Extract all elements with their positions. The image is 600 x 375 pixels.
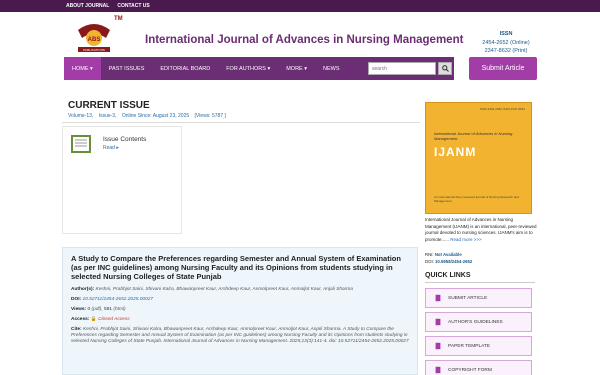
about-journal-link[interactable]: ABOUT JOURNAL	[66, 3, 109, 9]
cover-title: International Journal of Advances in Nur…	[434, 131, 513, 141]
article-authors-row: Author(s): Keshni, Prabhjot Saini, Shiva…	[71, 287, 409, 293]
views-html-unit: (html)	[113, 307, 126, 312]
journal-doi-value: 10.5958/2454-2652	[435, 259, 473, 264]
quick-link-submit-article[interactable]: SUBMIT ARTICLE	[425, 288, 532, 308]
cover-abbr: IJANM	[434, 145, 477, 159]
article-views-row: Views: 0 (pdf), 581 (html)	[71, 307, 409, 313]
quick-link-label: SUBMIT ARTICLE	[448, 295, 488, 301]
access-label: Access:	[71, 317, 90, 322]
issn-label: ISSN	[499, 31, 513, 37]
quick-link-label: PAPER TEMPLATE	[448, 343, 491, 349]
journal-cover-image[interactable]: ISSN 2454-2652 ISSN 2347-8632 Internatio…	[425, 102, 532, 214]
issue-contents-title: Issue Contents	[103, 136, 147, 143]
issue-volume: Volume-13,	[68, 113, 94, 119]
rni-label: RNI:	[425, 252, 434, 257]
journal-description: International Journal of Advances in Nur…	[425, 217, 537, 243]
views-html: 581	[104, 307, 113, 312]
issue-contents-card[interactable]: Issue Contents Read ▸	[62, 126, 182, 234]
quick-link-label: COPYRIGHT FORM	[448, 367, 492, 373]
submit-article-button[interactable]: Submit Article	[469, 57, 537, 80]
nav-home[interactable]: HOME ▾	[64, 57, 101, 80]
article-doi-link[interactable]: 10.52711/2454-2652.2025.00027	[82, 297, 153, 302]
views-label: Views:	[71, 307, 87, 312]
search-button[interactable]	[438, 62, 452, 75]
article-authors: Keshni, Prabhjot Saini, Shivani Kalra, B…	[95, 287, 353, 292]
current-issue-section: CURRENT ISSUE Volume-13, Issue-3, Online…	[62, 100, 420, 234]
article-title[interactable]: A Study to Compare the Preferences regar…	[71, 254, 401, 281]
journal-doi-label: DOI:	[425, 259, 434, 264]
article-access-row: Access: 🔒 Closed Access	[71, 317, 409, 323]
issue-contents-read-link[interactable]: Read ▸	[103, 145, 119, 151]
quick-links-title: QUICK LINKS	[425, 272, 471, 279]
quick-links-divider	[425, 282, 535, 283]
doi-label: DOI:	[71, 297, 82, 302]
cover-footer: An international Peer-reviewed journal o…	[434, 195, 519, 203]
document-icon	[435, 342, 441, 350]
authors-label: Author(s):	[71, 287, 95, 292]
site-header: ABS PUBLICATIONS TM International Journa…	[0, 12, 600, 57]
rni-value: Not Available	[434, 252, 462, 257]
divider	[62, 122, 420, 123]
document-icon	[435, 294, 441, 302]
nav-for-authors[interactable]: FOR AUTHORS ▾	[218, 57, 278, 80]
views-pdf-unit: (pdf),	[91, 307, 103, 312]
open-book-icon	[71, 135, 91, 153]
issue-number: Issue-3,	[98, 113, 117, 119]
read-more-link[interactable]: Read more >>>	[450, 237, 481, 242]
issue-views: [Views: 5787 ]	[194, 113, 226, 119]
search-input[interactable]	[368, 62, 436, 75]
article-citation: Keshni, Prabhjot Saini, Shivani Kalra, B…	[71, 327, 409, 344]
svg-text:ABS: ABS	[88, 37, 101, 43]
issn-block: ISSN 2454-2652 (Online) 2347-8632 (Print…	[470, 30, 542, 56]
views-pdf: 0	[87, 307, 91, 312]
article-card: A Study to Compare the Preferences regar…	[62, 247, 418, 375]
document-icon	[435, 318, 441, 326]
trademark: TM	[114, 16, 123, 22]
abs-publications-logo[interactable]: ABS PUBLICATIONS	[74, 16, 114, 56]
issn-print: 2347-8632 (Print)	[484, 48, 528, 54]
site-title[interactable]: International Journal of Advances in Nur…	[145, 34, 463, 46]
nav-news[interactable]: NEWS	[315, 57, 348, 80]
search-icon	[441, 65, 449, 72]
current-issue-heading: CURRENT ISSUE	[68, 100, 150, 111]
nav-past-issues[interactable]: PAST ISSUES	[101, 57, 153, 80]
quick-link-label: AUTHOR'S GUIDELINES	[448, 319, 503, 325]
issn-online: 2454-2652 (Online)	[482, 39, 530, 46]
access-status: Closed Access	[98, 317, 130, 322]
top-bar: ABOUT JOURNAL CONTACT US	[0, 0, 600, 12]
article-cite-row: Cite: Keshni, Prabhjot Saini, Shivani Ka…	[71, 327, 409, 345]
cite-label: Cite:	[71, 327, 82, 332]
nav-editorial-board[interactable]: EDITORIAL BOARD	[152, 57, 218, 80]
online-since: Online Since: August 23, 2025	[121, 113, 190, 119]
quick-link-copyright-form[interactable]: COPYRIGHT FORM	[425, 360, 532, 375]
article-doi-row: DOI: 10.52711/2454-2652.2025.00027	[71, 297, 409, 303]
cover-issn: ISSN 2454-2652 ISSN 2347-8632	[479, 107, 525, 111]
rni-doi-block: RNI: Not Available DOI: 10.5958/2454-265…	[425, 251, 472, 265]
document-icon	[435, 366, 441, 374]
contact-us-link[interactable]: CONTACT US	[117, 3, 149, 9]
lock-icon: 🔒	[90, 317, 97, 322]
nav-more[interactable]: MORE ▾	[278, 57, 315, 80]
quick-link-paper-template[interactable]: PAPER TEMPLATE	[425, 336, 532, 356]
svg-text:PUBLICATIONS: PUBLICATIONS	[83, 48, 105, 52]
quick-link-authors-guidelines[interactable]: AUTHOR'S GUIDELINES	[425, 312, 532, 332]
issue-meta: Volume-13, Issue-3, Online Since: August…	[68, 113, 420, 119]
